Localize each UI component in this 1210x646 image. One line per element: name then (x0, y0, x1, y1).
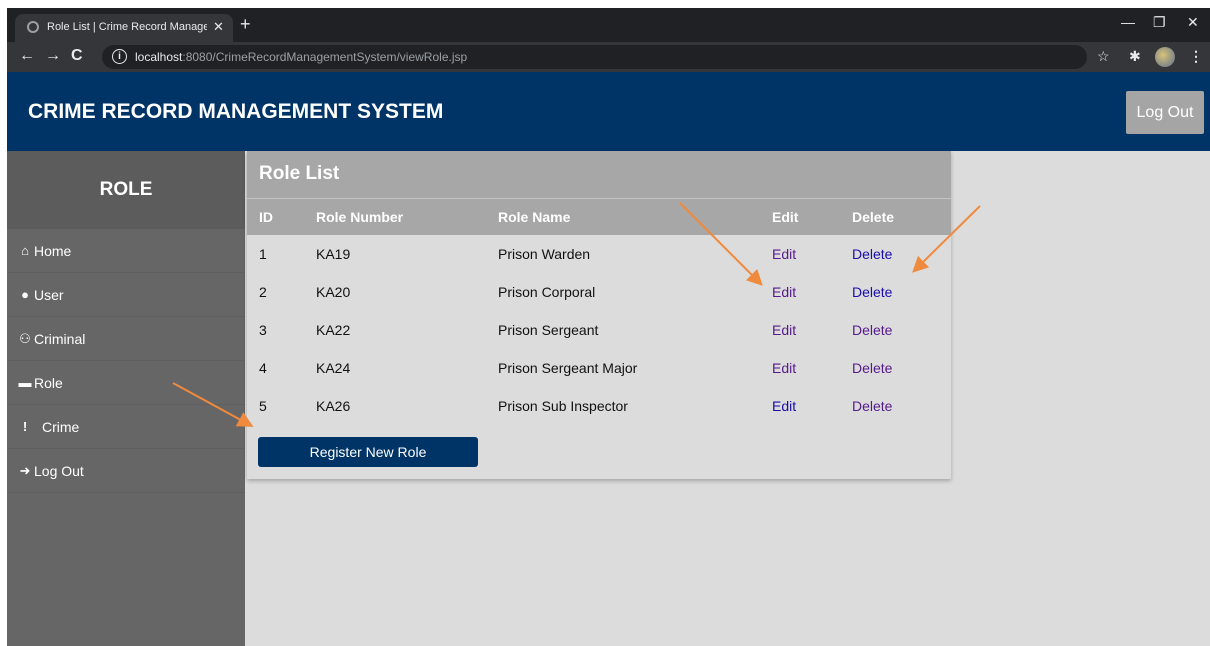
column-header-role-number: Role Number (316, 209, 404, 225)
briefcase-icon: ▬ (18, 375, 32, 390)
app-header: CRIME RECORD MANAGEMENT SYSTEM Log Out (7, 72, 1210, 151)
sidebar-item-label: User (34, 287, 64, 303)
sidebar-item-label: Role (34, 375, 63, 391)
tab-title: Role List | Crime Record Manageme (47, 21, 207, 33)
cell-id: 4 (259, 360, 267, 376)
users-icon: ⚇ (19, 331, 31, 346)
sidebar-item-criminal[interactable]: ⚇ Criminal (7, 317, 245, 361)
cell-role-number: KA19 (316, 246, 351, 262)
menu-icon[interactable]: ⋮ (1189, 48, 1203, 65)
address-bar: ← → C i localhost:8080/CrimeRecordManage… (7, 42, 1210, 72)
column-header-delete: Delete (852, 209, 895, 225)
column-header-id: ID (259, 209, 273, 225)
sign-out-icon: ➜ (19, 463, 31, 478)
user-icon: ● (21, 287, 29, 302)
cell-id: 5 (259, 398, 267, 414)
sidebar-item-role[interactable]: ▬ Role (7, 361, 245, 405)
sidebar-item-label: Crime (42, 419, 80, 435)
cell-role-number: KA22 (316, 322, 351, 338)
url-host: localhost (135, 50, 183, 64)
url-text: localhost:8080/CrimeRecordManagementSyst… (135, 50, 467, 64)
edit-link[interactable]: Edit (772, 246, 796, 262)
restore-icon[interactable]: ❐ (1153, 14, 1166, 31)
url-field[interactable]: i localhost:8080/CrimeRecordManagementSy… (102, 45, 1087, 69)
sidebar-item-label: Criminal (34, 331, 86, 347)
tab-strip: Role List | Crime Record Manageme ✕ + — … (7, 8, 1210, 42)
role-list-panel: Role List ID Role Number Role Name Edit … (247, 151, 951, 479)
register-new-role-button[interactable]: Register New Role (258, 437, 478, 467)
column-header-role-name: Role Name (498, 209, 571, 225)
column-header-edit: Edit (772, 209, 799, 225)
sidebar-heading: ROLE (7, 151, 245, 229)
delete-link[interactable]: Delete (852, 322, 892, 338)
panel-title: Role List (247, 151, 951, 198)
sidebar-item-crime[interactable]: ! Crime (7, 405, 245, 449)
cell-role-name: Prison Sub Inspector (498, 398, 628, 414)
info-icon[interactable]: i (112, 49, 127, 64)
star-icon[interactable]: ☆ (1097, 48, 1110, 65)
table-header: ID Role Number Role Name Edit Delete (247, 198, 951, 235)
exclamation-icon: ! (22, 419, 28, 434)
cell-role-number: KA20 (316, 284, 351, 300)
cell-id: 3 (259, 322, 267, 338)
sidebar: ROLE ⌂ Home ● User ⚇ Criminal ▬ Role ! C… (7, 151, 245, 646)
browser-tab[interactable]: Role List | Crime Record Manageme ✕ (15, 14, 233, 42)
minimize-icon[interactable]: — (1121, 14, 1135, 30)
tab-close-icon[interactable]: ✕ (213, 19, 224, 35)
browser-window: Role List | Crime Record Manageme ✕ + — … (7, 8, 1210, 646)
cell-role-name: Prison Sergeant Major (498, 360, 638, 376)
edit-link[interactable]: Edit (772, 284, 796, 300)
header-logout-button[interactable]: Log Out (1126, 91, 1204, 134)
page-content: CRIME RECORD MANAGEMENT SYSTEM Log Out R… (7, 72, 1210, 646)
table-row: 5 KA26 Prison Sub Inspector Edit Delete (247, 387, 951, 425)
table-row: 2 KA20 Prison Corporal Edit Delete (247, 273, 951, 311)
sidebar-item-user[interactable]: ● User (7, 273, 245, 317)
edit-link[interactable]: Edit (772, 398, 796, 414)
cell-id: 1 (259, 246, 267, 262)
url-path: :8080/CrimeRecordManagementSystem/viewRo… (182, 50, 468, 64)
edit-link[interactable]: Edit (772, 322, 796, 338)
puzzle-icon[interactable]: ✱ (1129, 48, 1141, 65)
delete-link[interactable]: Delete (852, 284, 892, 300)
reload-icon[interactable]: C (71, 47, 83, 65)
globe-icon (27, 21, 39, 33)
profile-avatar[interactable] (1155, 47, 1175, 67)
window-close-icon[interactable]: ✕ (1187, 14, 1199, 31)
table-row: 1 KA19 Prison Warden Edit Delete (247, 235, 951, 273)
new-tab-icon[interactable]: + (240, 15, 251, 33)
cell-role-number: KA26 (316, 398, 351, 414)
delete-link[interactable]: Delete (852, 398, 892, 414)
cell-role-name: Prison Warden (498, 246, 591, 262)
sidebar-item-home[interactable]: ⌂ Home (7, 229, 245, 273)
delete-link[interactable]: Delete (852, 360, 892, 376)
delete-link[interactable]: Delete (852, 246, 892, 262)
cell-role-name: Prison Sergeant (498, 322, 599, 338)
sidebar-item-label: Home (34, 243, 72, 259)
home-icon: ⌂ (21, 243, 29, 258)
table-row: 4 KA24 Prison Sergeant Major Edit Delete (247, 349, 951, 387)
back-icon[interactable]: ← (19, 47, 35, 65)
sidebar-item-logout[interactable]: ➜ Log Out (7, 449, 245, 493)
table-row: 3 KA22 Prison Sergeant Edit Delete (247, 311, 951, 349)
sidebar-item-label: Log Out (34, 463, 84, 479)
cell-role-name: Prison Corporal (498, 284, 596, 300)
cell-role-number: KA24 (316, 360, 351, 376)
panel-title-text: Role List (259, 163, 340, 184)
edit-link[interactable]: Edit (772, 360, 796, 376)
app-title: CRIME RECORD MANAGEMENT SYSTEM (28, 100, 444, 123)
forward-icon[interactable]: → (45, 47, 61, 65)
cell-id: 2 (259, 284, 267, 300)
